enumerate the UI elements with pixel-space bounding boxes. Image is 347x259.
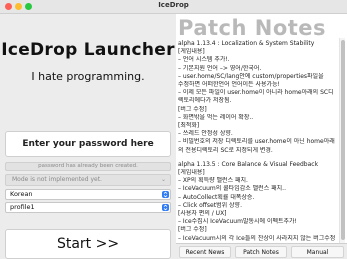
mode-select-label: Mode is not implemented yet. [12,176,102,183]
tab-patch-notes[interactable]: Patch Notes [235,246,287,258]
app-title: IceDrop Launcher [1,40,175,60]
patch-note-line: 렉토리에다가 저장됨. [178,97,232,105]
patch-note-line: [사용자 편의 / UX] [178,210,227,218]
password-field[interactable]: Enter your password here [5,131,171,157]
tab-recent-news[interactable]: Recent News [179,246,231,258]
patch-note-line: – 기본지원 언어 –> 영어/한국어. [178,64,262,72]
start-button[interactable]: Start >> [5,229,171,259]
patch-notes-scrollbar[interactable] [339,38,345,243]
title-bar: IceDrop [0,0,347,14]
patch-note-line: [버그 수정] [178,226,207,234]
news-tabs: Recent News Patch Notes Manual [176,243,347,259]
patch-note-line: [최적화] [178,122,200,130]
patch-note-line: – user.home/SC/lang안에 custom/properties파… [178,72,324,80]
tab-manual[interactable]: Manual [291,246,344,258]
patch-note-line: alpha 1.13.5 : Core Balance & Visual Fee… [178,160,319,168]
patch-note-line: 수정하면 어떠한언어 언어이든 사용가능! [178,81,280,89]
patch-note-line: – 이제 모든 파일이 user.home이 아니라 home아래의 SC디 [178,89,334,97]
chevron-down-icon: ⌄ [160,176,166,183]
patch-notes-title: Patch Notes [178,16,327,40]
language-select[interactable]: Korean [5,189,171,200]
patch-note-line: 의 전용디렉토리 SC로 지정되게 변경. [178,146,273,154]
profile-select-value: profile1 [10,203,35,211]
scrollbar-thumb[interactable] [341,40,345,240]
launcher-window: IceDrop IceDrop Launcher I hate programm… [0,0,347,259]
language-select-value: Korean [10,190,33,198]
updown-chevron-icon [162,191,169,198]
patch-note-line: alpha 1.13.4 : Localization & System Sta… [178,40,315,47]
patch-note-line: – 쓰레드 안정성 상향. [178,130,233,138]
patch-note-line: – Click offset범위 상향. [178,201,242,209]
window-title: IceDrop [158,1,189,9]
patch-note-line: – IceVacuum시의 각 Ice들의 잔상이 사라지지 않는 버그수정 [178,234,336,242]
patch-note-line: – 언어 시스템 추가!. [178,56,230,64]
patch-note-line: [버그 수정] [178,105,207,113]
mode-select: Mode is not implemented yet. ⌄ [5,174,171,186]
patch-notes-text: alpha 1.13.4 : Localization & System Sta… [178,40,338,242]
patch-note-line: – XP의 획득량 밸런스 패치. [178,177,248,185]
launcher-panel: IceDrop Launcher I hate programming. Ent… [0,14,176,259]
patch-note-line: [게임내용] [178,169,205,177]
patch-note-line: – 비밀번호의 저장 디렉토리를 user.home이 아닌 home아래 [178,138,335,146]
patch-note-line: – AutoCollect획률 대폭상승. [178,193,255,201]
profile-select[interactable]: profile1 [5,202,171,213]
patch-note-line: – Ice수집시 IceVacuum발동시에 이펙트추가! [178,218,297,226]
updown-chevron-icon [162,204,169,211]
password-status-text: password has already been created. [5,162,171,171]
patch-note-line: [게임내용] [178,48,205,56]
news-panel: Patch Notes alpha 1.13.4 : Localization … [176,14,347,259]
app-subtitle: I hate programming. [31,70,145,83]
patch-note-line: – IceVacuum의 쿨타임감소 밸런스 패치.. [178,185,286,193]
patch-note-line: – 화면밖을 먹는 레이어 확장.. [178,113,254,121]
